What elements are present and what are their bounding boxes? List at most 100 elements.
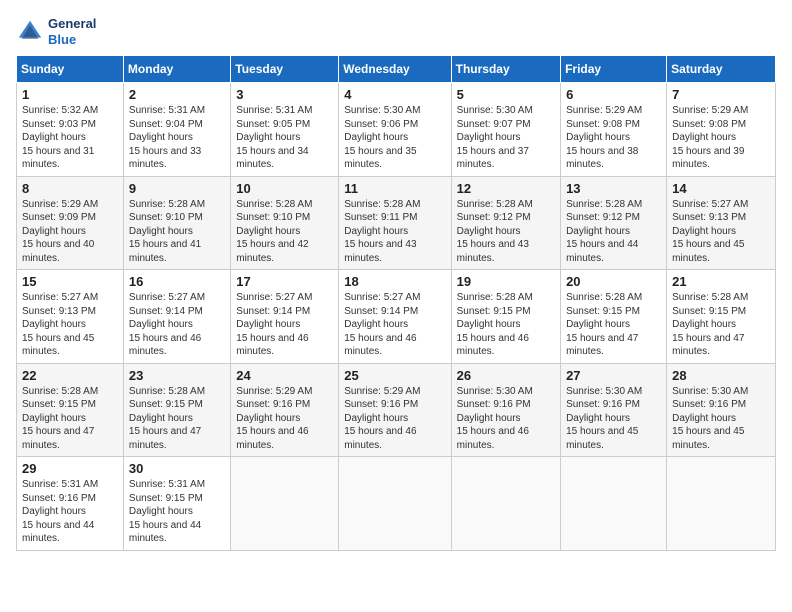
calendar-cell: 1 Sunrise: 5:32 AMSunset: 9:03 PMDayligh… bbox=[17, 83, 124, 177]
calendar-cell: 14 Sunrise: 5:27 AMSunset: 9:13 PMDaylig… bbox=[667, 176, 776, 270]
day-info: Sunrise: 5:29 AMSunset: 9:16 PMDaylight … bbox=[344, 386, 420, 451]
calendar-cell: 19 Sunrise: 5:28 AMSunset: 9:15 PMDaylig… bbox=[451, 270, 560, 364]
col-header-sunday: Sunday bbox=[17, 56, 124, 83]
day-number: 10 bbox=[236, 181, 333, 196]
day-info: Sunrise: 5:30 AMSunset: 9:07 PMDaylight … bbox=[457, 105, 533, 170]
calendar-cell: 23 Sunrise: 5:28 AMSunset: 9:15 PMDaylig… bbox=[123, 363, 230, 457]
day-info: Sunrise: 5:31 AMSunset: 9:16 PMDaylight … bbox=[22, 479, 98, 544]
day-number: 29 bbox=[22, 461, 118, 476]
day-info: Sunrise: 5:29 AMSunset: 9:08 PMDaylight … bbox=[672, 105, 748, 170]
calendar-cell: 20 Sunrise: 5:28 AMSunset: 9:15 PMDaylig… bbox=[561, 270, 667, 364]
calendar-cell: 9 Sunrise: 5:28 AMSunset: 9:10 PMDayligh… bbox=[123, 176, 230, 270]
day-number: 4 bbox=[344, 87, 445, 102]
calendar-cell: 4 Sunrise: 5:30 AMSunset: 9:06 PMDayligh… bbox=[339, 83, 451, 177]
header: General Blue bbox=[16, 16, 776, 47]
logo-text-line1: General bbox=[48, 16, 96, 32]
week-row-2: 15 Sunrise: 5:27 AMSunset: 9:13 PMDaylig… bbox=[17, 270, 776, 364]
day-info: Sunrise: 5:30 AMSunset: 9:16 PMDaylight … bbox=[672, 386, 748, 451]
calendar-cell: 25 Sunrise: 5:29 AMSunset: 9:16 PMDaylig… bbox=[339, 363, 451, 457]
calendar-cell: 24 Sunrise: 5:29 AMSunset: 9:16 PMDaylig… bbox=[231, 363, 339, 457]
calendar-cell: 6 Sunrise: 5:29 AMSunset: 9:08 PMDayligh… bbox=[561, 83, 667, 177]
calendar-cell: 22 Sunrise: 5:28 AMSunset: 9:15 PMDaylig… bbox=[17, 363, 124, 457]
week-row-4: 29 Sunrise: 5:31 AMSunset: 9:16 PMDaylig… bbox=[17, 457, 776, 551]
logo: General Blue bbox=[16, 16, 96, 47]
day-info: Sunrise: 5:27 AMSunset: 9:14 PMDaylight … bbox=[236, 292, 312, 357]
day-number: 20 bbox=[566, 274, 661, 289]
day-info: Sunrise: 5:28 AMSunset: 9:12 PMDaylight … bbox=[457, 199, 533, 264]
calendar-cell: 7 Sunrise: 5:29 AMSunset: 9:08 PMDayligh… bbox=[667, 83, 776, 177]
day-number: 2 bbox=[129, 87, 225, 102]
day-info: Sunrise: 5:29 AMSunset: 9:08 PMDaylight … bbox=[566, 105, 642, 170]
calendar-cell bbox=[561, 457, 667, 551]
day-number: 5 bbox=[457, 87, 555, 102]
day-info: Sunrise: 5:27 AMSunset: 9:13 PMDaylight … bbox=[22, 292, 98, 357]
day-info: Sunrise: 5:27 AMSunset: 9:13 PMDaylight … bbox=[672, 199, 748, 264]
col-header-thursday: Thursday bbox=[451, 56, 560, 83]
day-number: 3 bbox=[236, 87, 333, 102]
calendar-cell: 30 Sunrise: 5:31 AMSunset: 9:15 PMDaylig… bbox=[123, 457, 230, 551]
day-info: Sunrise: 5:27 AMSunset: 9:14 PMDaylight … bbox=[344, 292, 420, 357]
day-number: 13 bbox=[566, 181, 661, 196]
day-number: 11 bbox=[344, 181, 445, 196]
day-info: Sunrise: 5:31 AMSunset: 9:15 PMDaylight … bbox=[129, 479, 205, 544]
week-row-1: 8 Sunrise: 5:29 AMSunset: 9:09 PMDayligh… bbox=[17, 176, 776, 270]
day-info: Sunrise: 5:32 AMSunset: 9:03 PMDaylight … bbox=[22, 105, 98, 170]
col-header-wednesday: Wednesday bbox=[339, 56, 451, 83]
day-number: 9 bbox=[129, 181, 225, 196]
calendar-cell: 10 Sunrise: 5:28 AMSunset: 9:10 PMDaylig… bbox=[231, 176, 339, 270]
day-number: 14 bbox=[672, 181, 770, 196]
calendar-table: SundayMondayTuesdayWednesdayThursdayFrid… bbox=[16, 55, 776, 551]
calendar-cell: 21 Sunrise: 5:28 AMSunset: 9:15 PMDaylig… bbox=[667, 270, 776, 364]
day-info: Sunrise: 5:28 AMSunset: 9:15 PMDaylight … bbox=[672, 292, 748, 357]
calendar-cell: 13 Sunrise: 5:28 AMSunset: 9:12 PMDaylig… bbox=[561, 176, 667, 270]
day-info: Sunrise: 5:28 AMSunset: 9:15 PMDaylight … bbox=[457, 292, 533, 357]
logo-icon bbox=[16, 18, 44, 46]
header-row: SundayMondayTuesdayWednesdayThursdayFrid… bbox=[17, 56, 776, 83]
day-number: 24 bbox=[236, 368, 333, 383]
calendar-cell: 27 Sunrise: 5:30 AMSunset: 9:16 PMDaylig… bbox=[561, 363, 667, 457]
calendar-cell: 3 Sunrise: 5:31 AMSunset: 9:05 PMDayligh… bbox=[231, 83, 339, 177]
calendar-cell: 11 Sunrise: 5:28 AMSunset: 9:11 PMDaylig… bbox=[339, 176, 451, 270]
calendar-cell bbox=[339, 457, 451, 551]
day-info: Sunrise: 5:30 AMSunset: 9:06 PMDaylight … bbox=[344, 105, 420, 170]
col-header-monday: Monday bbox=[123, 56, 230, 83]
day-number: 25 bbox=[344, 368, 445, 383]
day-number: 7 bbox=[672, 87, 770, 102]
col-header-friday: Friday bbox=[561, 56, 667, 83]
day-number: 1 bbox=[22, 87, 118, 102]
day-info: Sunrise: 5:31 AMSunset: 9:04 PMDaylight … bbox=[129, 105, 205, 170]
calendar-cell: 16 Sunrise: 5:27 AMSunset: 9:14 PMDaylig… bbox=[123, 270, 230, 364]
calendar-cell: 15 Sunrise: 5:27 AMSunset: 9:13 PMDaylig… bbox=[17, 270, 124, 364]
day-info: Sunrise: 5:28 AMSunset: 9:11 PMDaylight … bbox=[344, 199, 420, 264]
day-number: 8 bbox=[22, 181, 118, 196]
day-number: 16 bbox=[129, 274, 225, 289]
day-info: Sunrise: 5:28 AMSunset: 9:12 PMDaylight … bbox=[566, 199, 642, 264]
calendar-cell bbox=[667, 457, 776, 551]
day-number: 22 bbox=[22, 368, 118, 383]
calendar-cell bbox=[231, 457, 339, 551]
day-info: Sunrise: 5:27 AMSunset: 9:14 PMDaylight … bbox=[129, 292, 205, 357]
calendar-cell: 29 Sunrise: 5:31 AMSunset: 9:16 PMDaylig… bbox=[17, 457, 124, 551]
day-number: 6 bbox=[566, 87, 661, 102]
day-number: 15 bbox=[22, 274, 118, 289]
day-number: 26 bbox=[457, 368, 555, 383]
calendar-cell: 28 Sunrise: 5:30 AMSunset: 9:16 PMDaylig… bbox=[667, 363, 776, 457]
calendar-cell: 12 Sunrise: 5:28 AMSunset: 9:12 PMDaylig… bbox=[451, 176, 560, 270]
day-info: Sunrise: 5:28 AMSunset: 9:10 PMDaylight … bbox=[236, 199, 312, 264]
day-info: Sunrise: 5:30 AMSunset: 9:16 PMDaylight … bbox=[457, 386, 533, 451]
day-number: 18 bbox=[344, 274, 445, 289]
day-number: 30 bbox=[129, 461, 225, 476]
day-info: Sunrise: 5:28 AMSunset: 9:15 PMDaylight … bbox=[129, 386, 205, 451]
day-info: Sunrise: 5:29 AMSunset: 9:09 PMDaylight … bbox=[22, 199, 98, 264]
day-info: Sunrise: 5:28 AMSunset: 9:15 PMDaylight … bbox=[566, 292, 642, 357]
day-number: 27 bbox=[566, 368, 661, 383]
calendar-cell: 8 Sunrise: 5:29 AMSunset: 9:09 PMDayligh… bbox=[17, 176, 124, 270]
calendar-cell: 26 Sunrise: 5:30 AMSunset: 9:16 PMDaylig… bbox=[451, 363, 560, 457]
week-row-3: 22 Sunrise: 5:28 AMSunset: 9:15 PMDaylig… bbox=[17, 363, 776, 457]
day-number: 17 bbox=[236, 274, 333, 289]
day-number: 19 bbox=[457, 274, 555, 289]
day-info: Sunrise: 5:28 AMSunset: 9:10 PMDaylight … bbox=[129, 199, 205, 264]
calendar-cell: 17 Sunrise: 5:27 AMSunset: 9:14 PMDaylig… bbox=[231, 270, 339, 364]
calendar-cell bbox=[451, 457, 560, 551]
col-header-saturday: Saturday bbox=[667, 56, 776, 83]
